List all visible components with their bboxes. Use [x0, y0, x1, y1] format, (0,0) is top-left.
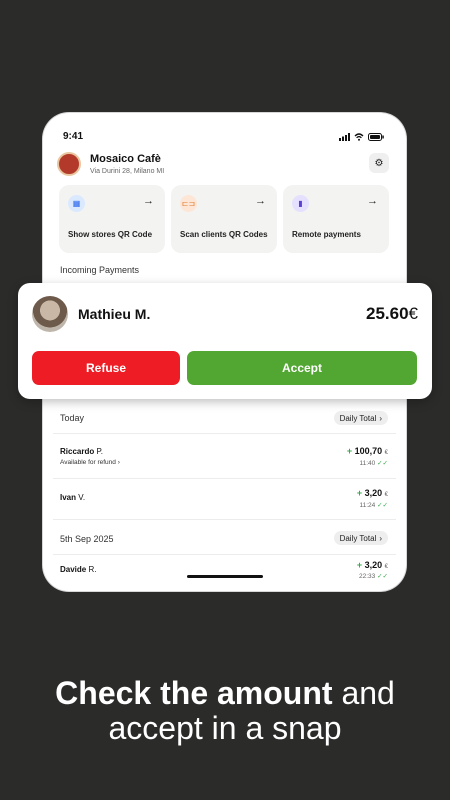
- time-value: 11:40: [359, 460, 376, 467]
- payment-request-card: Mathieu M. 25.60€ Refuse Accept: [18, 283, 432, 399]
- transaction-amount: + 100,70 €: [346, 446, 388, 456]
- arrow-right-icon: →: [367, 195, 378, 207]
- transaction-time: 11:40 ✓✓: [359, 459, 388, 467]
- time-value: 22:33: [359, 573, 376, 580]
- amount-value: 3,20: [364, 560, 383, 570]
- first-name: Riccardo: [60, 447, 95, 456]
- daily-total-label: Daily Total: [339, 413, 377, 423]
- payment-amount: 25.60€: [366, 304, 418, 324]
- double-check-icon: ✓✓: [377, 502, 388, 509]
- caption-bold: Check the amount: [55, 675, 333, 711]
- daily-total-label: Daily Total: [339, 533, 377, 543]
- chevron-right-icon: ›: [117, 459, 120, 466]
- last-initial: R.: [88, 565, 97, 574]
- status-icons: [339, 133, 384, 141]
- phone-icon: ▮: [292, 195, 309, 212]
- refuse-button[interactable]: Refuse: [32, 351, 180, 385]
- amount-value: 3,20: [364, 488, 383, 498]
- battery-icon: [368, 133, 384, 141]
- payer-name: Mathieu M.: [78, 306, 151, 322]
- remote-payments-card[interactable]: ▮ → Remote payments: [283, 185, 389, 253]
- signal-icon: [339, 133, 350, 141]
- wifi-icon: [354, 133, 364, 141]
- settings-button[interactable]: ⚙: [369, 153, 389, 173]
- double-check-icon: ✓✓: [377, 573, 388, 580]
- store-name: Mosaico Cafè: [90, 153, 161, 165]
- transaction-name[interactable]: Davide R.: [60, 565, 96, 574]
- scan-qr-card[interactable]: ⊏⊐ → Scan clients QR Codes: [171, 185, 277, 253]
- double-check-icon: ✓✓: [377, 460, 388, 467]
- refund-link[interactable]: Available for refund ›: [60, 459, 120, 466]
- divider: [53, 433, 396, 434]
- last-initial: P.: [96, 447, 103, 456]
- first-name: Davide: [60, 565, 87, 574]
- card-label: Remote payments: [292, 230, 361, 239]
- card-label: Scan clients QR Codes: [180, 230, 268, 239]
- store-address: Via Durini 28, Milano MI: [90, 168, 165, 175]
- show-qr-card[interactable]: ▦ → Show stores QR Code: [59, 185, 165, 253]
- last-initial: V.: [78, 493, 86, 502]
- transaction-amount: + 3,20 €: [356, 560, 388, 570]
- divider: [53, 519, 396, 520]
- time-value: 11:24: [359, 502, 376, 509]
- transaction-time: 22:33 ✓✓: [359, 572, 388, 580]
- amount-value: 100,70: [354, 446, 383, 456]
- section-title: 5th Sep 2025: [60, 534, 114, 544]
- caption-line-2: accept in a snap: [108, 710, 342, 746]
- caption-rest: and: [332, 675, 395, 711]
- currency-symbol: €: [408, 304, 418, 323]
- incoming-payments-heading: Incoming Payments: [60, 265, 140, 275]
- qr-code-icon: ▦: [68, 195, 85, 212]
- divider: [53, 554, 396, 555]
- daily-total-button[interactable]: Daily Total ›: [333, 531, 388, 545]
- store-logo: [57, 152, 81, 176]
- home-indicator: [187, 575, 263, 578]
- arrow-right-icon: →: [143, 195, 154, 207]
- status-time: 9:41: [63, 131, 84, 142]
- accept-button[interactable]: Accept: [187, 351, 417, 385]
- amount-value: 25.60: [365, 304, 409, 323]
- first-name: Ivan: [60, 493, 77, 502]
- transaction-amount: + 3,20 €: [356, 488, 388, 498]
- transaction-time: 11:24 ✓✓: [359, 501, 388, 509]
- caption-line-1: Check the amount and: [0, 676, 450, 711]
- chevron-right-icon: ›: [379, 533, 382, 543]
- avatar: [32, 296, 68, 332]
- scan-icon: ⊏⊐: [180, 195, 197, 212]
- daily-total-button[interactable]: Daily Total ›: [333, 411, 388, 425]
- gear-icon: ⚙: [374, 157, 384, 169]
- chevron-right-icon: ›: [379, 413, 382, 423]
- card-label: Show stores QR Code: [68, 230, 153, 239]
- transaction-name[interactable]: Ivan V.: [60, 493, 85, 502]
- quick-actions: ▦ → Show stores QR Code ⊏⊐ → Scan client…: [59, 185, 389, 253]
- divider: [53, 478, 396, 479]
- transaction-name[interactable]: Riccardo P.: [60, 447, 103, 456]
- refund-label: Available for refund: [60, 459, 116, 466]
- arrow-right-icon: →: [255, 195, 266, 207]
- section-title: Today: [60, 413, 85, 423]
